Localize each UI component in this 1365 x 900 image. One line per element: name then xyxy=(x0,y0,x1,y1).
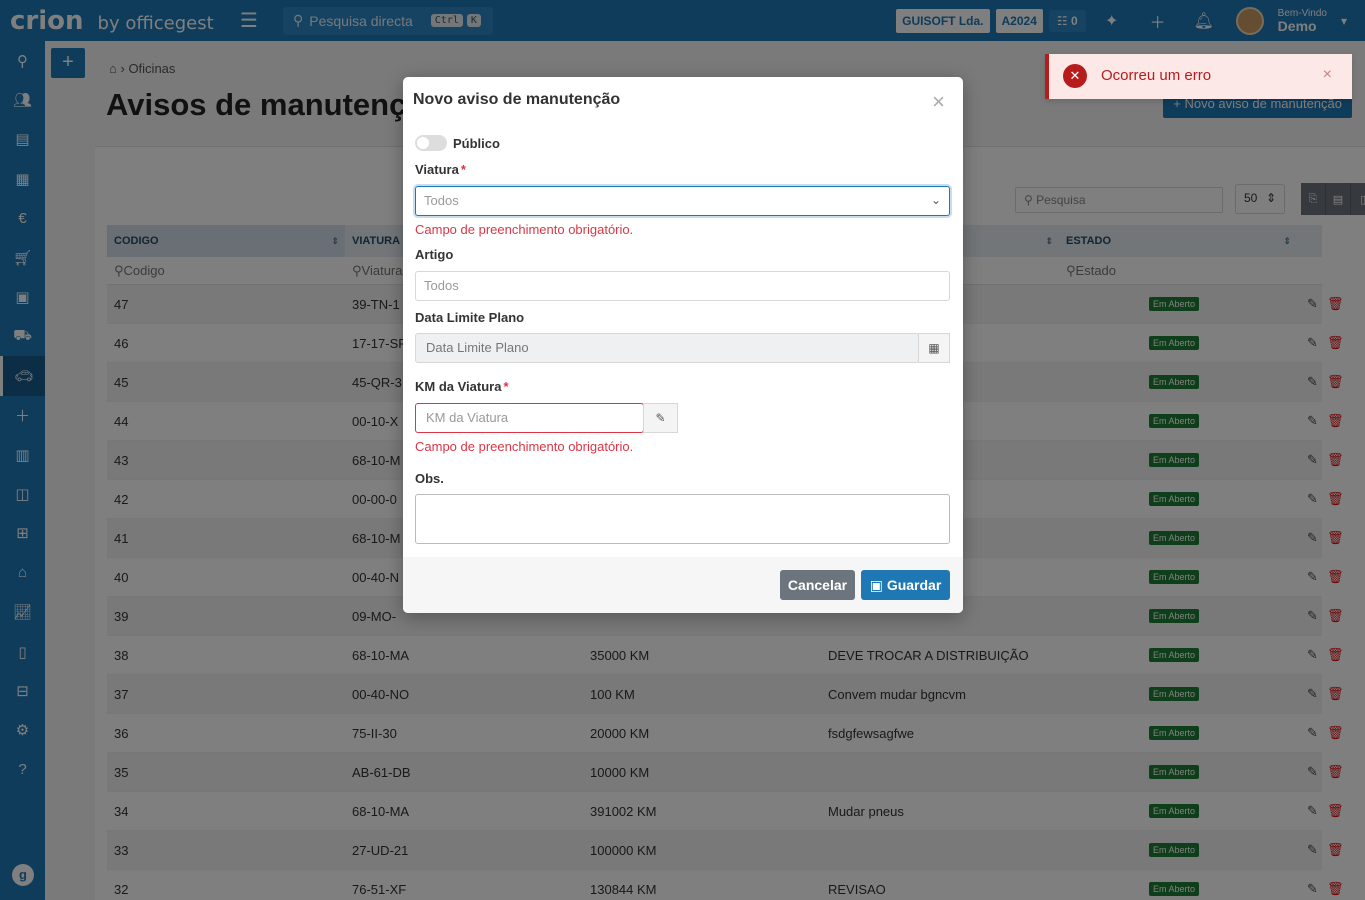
close-icon[interactable]: × xyxy=(1323,66,1332,84)
km-error: Campo de preenchimento obrigatório. xyxy=(415,439,634,454)
cancel-button[interactable]: Cancelar xyxy=(780,570,855,600)
close-icon[interactable]: × xyxy=(932,89,945,115)
viatura-select[interactable]: Todos ⌄ xyxy=(415,186,950,216)
chevron-down-icon: ⌄ xyxy=(930,193,941,207)
modal-footer: Cancelar ▣ Guardar xyxy=(403,557,963,613)
km-placeholder: KM da Viatura xyxy=(426,410,509,425)
save-icon: ▣ xyxy=(869,577,887,593)
save-button[interactable]: ▣ Guardar xyxy=(861,570,950,600)
km-input[interactable]: KM da Viatura xyxy=(415,403,644,433)
public-toggle[interactable] xyxy=(415,135,447,151)
viatura-select-value: Todos xyxy=(424,193,459,208)
viatura-error: Campo de preenchimento obrigatório. xyxy=(415,222,634,237)
new-maintenance-modal: Novo aviso de manutenção × Público Viatu… xyxy=(403,77,963,613)
save-button-label: Guardar xyxy=(886,577,942,593)
obs-label: Obs. xyxy=(415,471,444,486)
artigo-select[interactable]: Todos xyxy=(415,271,950,301)
required-marker: * xyxy=(460,162,466,177)
viatura-label-text: Viatura xyxy=(415,162,459,177)
viatura-label: Viatura * xyxy=(415,162,466,177)
calendar-icon[interactable]: ▦ xyxy=(918,333,950,363)
obs-textarea[interactable] xyxy=(415,494,950,544)
pencil-icon[interactable]: ✎ xyxy=(643,403,678,433)
km-label-text: KM da Viatura xyxy=(415,379,502,394)
artigo-placeholder: Todos xyxy=(424,278,459,293)
modal-title: Novo aviso de manutenção xyxy=(413,91,621,108)
error-toast: ✕ Ocorreu um erro × xyxy=(1045,54,1352,99)
data-limite-input[interactable]: Data Limite Plano xyxy=(415,333,919,363)
error-icon: ✕ xyxy=(1063,64,1087,88)
km-label: KM da Viatura * xyxy=(415,379,509,394)
required-marker: * xyxy=(503,379,509,394)
toast-message: Ocorreu um erro xyxy=(1101,67,1212,84)
artigo-label: Artigo xyxy=(415,247,454,262)
public-toggle-label: Público xyxy=(453,136,500,151)
data-limite-label: Data Limite Plano xyxy=(415,310,525,325)
data-limite-placeholder: Data Limite Plano xyxy=(426,340,529,355)
